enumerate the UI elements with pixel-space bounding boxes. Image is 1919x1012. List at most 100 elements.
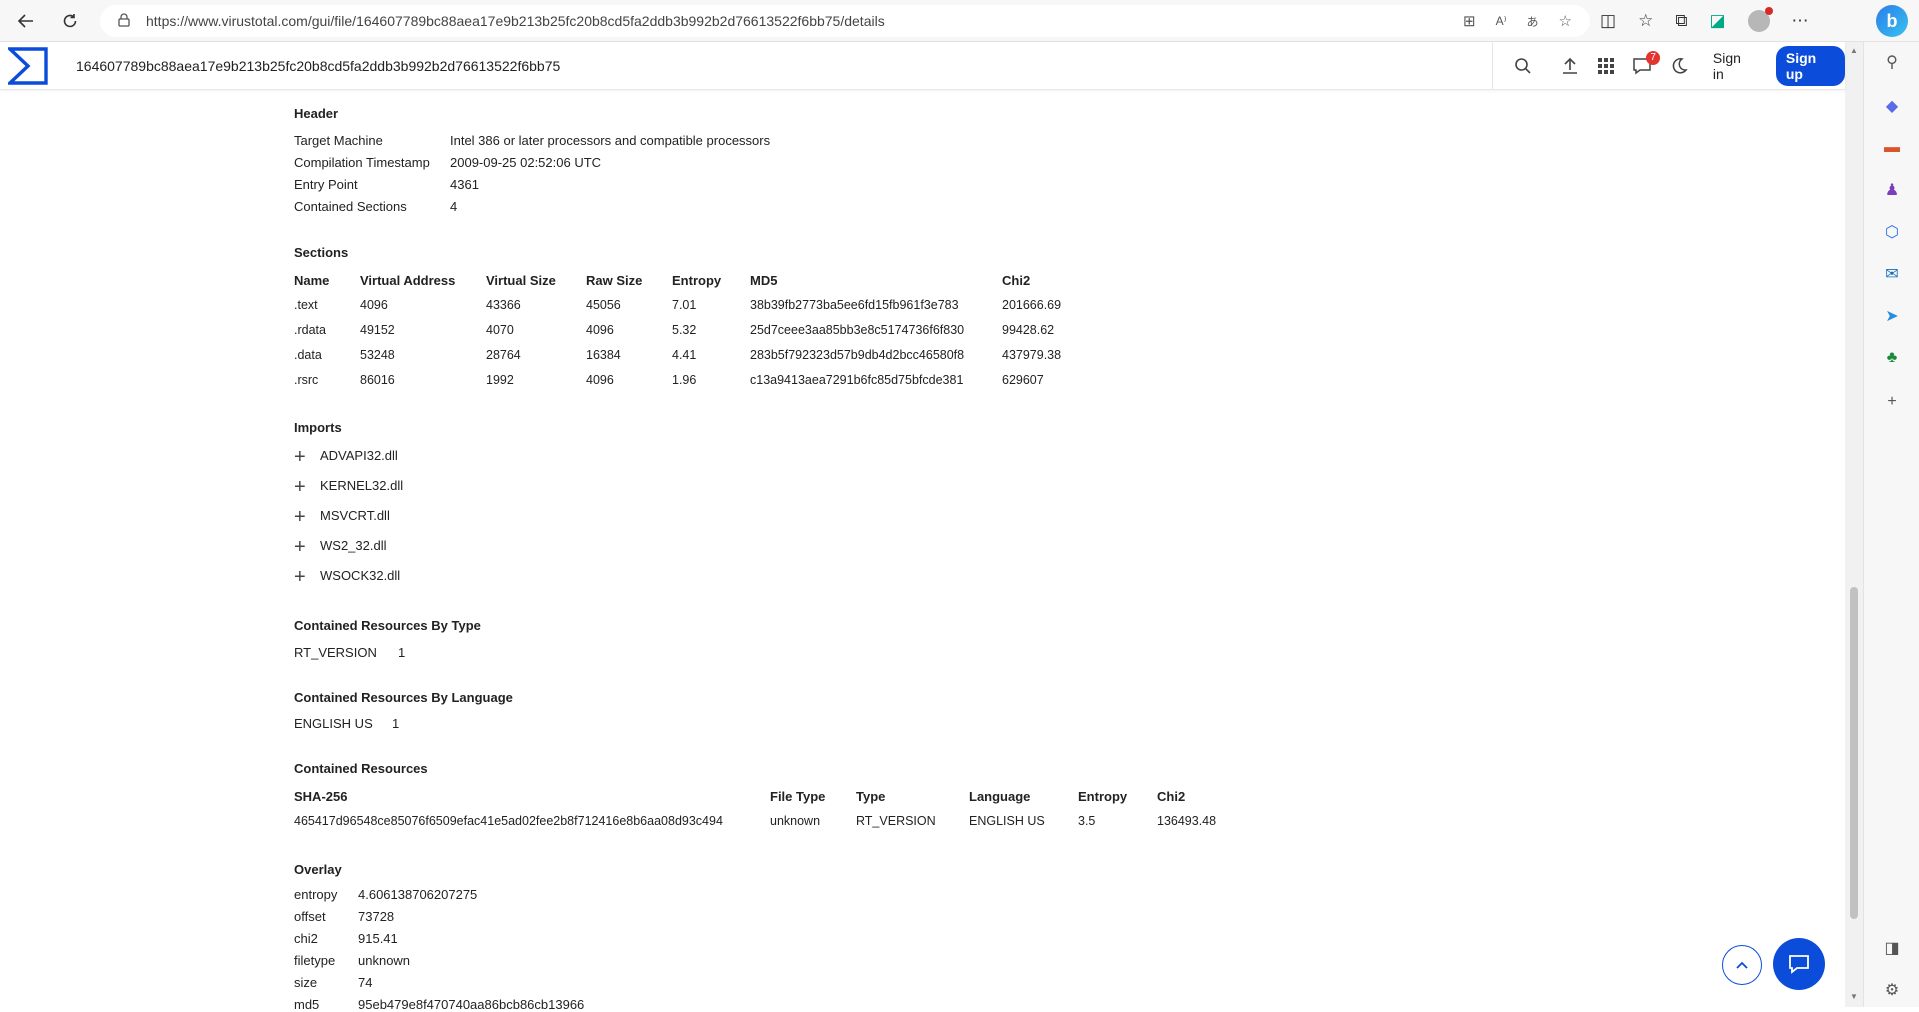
url-text[interactable]: https://www.virustotal.com/gui/file/1646…	[146, 13, 885, 29]
sign-in-link[interactable]: Sign in	[1713, 50, 1754, 82]
import-dll-item[interactable]: ADVAPI32.dll	[320, 448, 398, 463]
virustotal-logo[interactable]	[5, 47, 48, 85]
expand-plus-icon[interactable]: +	[294, 567, 306, 587]
favorite-add-icon[interactable]: ☆	[1559, 12, 1572, 30]
browser-toolbar: https://www.virustotal.com/gui/file/1646…	[0, 0, 1919, 42]
expand-plus-icon[interactable]: +	[294, 537, 306, 557]
overlay-key: chi2	[294, 931, 318, 946]
overlay-value: 915.41	[358, 931, 398, 946]
overlay-value: 95eb479e8f470740aa86bcb86cb13966	[358, 997, 585, 1012]
overlay-value: 74	[358, 975, 373, 990]
sections-table-cell: 283b5f792323d57b9db4d2bcc46580f8	[750, 348, 965, 362]
resources-table-cell[interactable]: 465417d96548ce85076f6509efac41e5ad02fee2…	[294, 814, 723, 828]
back-arrow-icon[interactable]	[8, 3, 44, 39]
header-value: 4361	[450, 177, 479, 192]
sections-column-header: Virtual Address	[360, 273, 456, 288]
shopping-tag-icon[interactable]: ◆	[1882, 96, 1902, 116]
grid-icon[interactable]	[1588, 42, 1624, 90]
office-icon[interactable]: ⬡	[1882, 222, 1902, 242]
sections-table-cell: .rsrc	[294, 373, 319, 387]
sections-column-header: MD5	[750, 273, 778, 288]
expand-plus-icon[interactable]: +	[294, 507, 306, 527]
import-dll-item[interactable]: WSOCK32.dll	[320, 568, 400, 583]
browser-essentials-icon[interactable]: ◪	[1709, 11, 1725, 31]
header-key: Contained Sections	[294, 199, 407, 214]
sections-column-header: Name	[294, 273, 330, 288]
resources-table-cell: RT_VERSION	[856, 814, 936, 828]
scroll-up-arrow[interactable]: ▲	[1848, 46, 1860, 58]
sections-table-cell: 28764	[486, 348, 521, 362]
chat-support-button[interactable]	[1773, 938, 1825, 990]
overlay-value: unknown	[358, 953, 411, 968]
search-icon[interactable]	[1505, 42, 1541, 90]
app-available-icon[interactable]: ⊞	[1463, 12, 1476, 30]
sections-column-header: Virtual Size	[486, 273, 556, 288]
refresh-icon[interactable]	[52, 3, 88, 39]
header-key: Compilation Timestamp	[294, 155, 430, 170]
import-dll-item[interactable]: MSVCRT.dll	[320, 508, 390, 523]
sections-title: Sections	[294, 245, 349, 260]
read-aloud-icon[interactable]: A⁾	[1496, 14, 1507, 28]
sections-table-cell: 7.01	[672, 298, 697, 312]
sections-table-cell: 86016	[360, 373, 395, 387]
edge-sidebar: ⚲ ◆ ▬ ♟ ⬡ ✉ ➤ ♣ + ◨ ⚙	[1863, 42, 1919, 1007]
import-dll-item[interactable]: KERNEL32.dll	[320, 478, 403, 493]
translate-icon[interactable]: あ	[1527, 13, 1539, 30]
collections-icon[interactable]: ⧉	[1675, 11, 1687, 31]
header-value: 4	[450, 199, 458, 214]
add-icon[interactable]: +	[1882, 392, 1902, 412]
split-screen-icon[interactable]: ◫	[1600, 11, 1616, 31]
favorites-icon[interactable]: ☆	[1638, 11, 1653, 31]
import-dll-item[interactable]: WS2_32.dll	[320, 538, 386, 553]
sections-table-cell: 16384	[586, 348, 621, 362]
header-key: Entry Point	[294, 177, 358, 192]
sidebar-toggle-icon[interactable]: ◨	[1882, 938, 1902, 958]
upload-icon[interactable]	[1551, 42, 1587, 90]
chat-bubble-icon[interactable]: 7	[1624, 42, 1661, 90]
search-input[interactable]: 164607789bc88aea17e9b213b25fc20b8cd5fa2d…	[76, 42, 560, 90]
imports-title: Imports	[294, 420, 342, 435]
bing-copilot-icon[interactable]: b	[1876, 5, 1908, 37]
moon-icon[interactable]	[1661, 42, 1697, 90]
page-scrollbar[interactable]: ▲ ▼	[1845, 42, 1863, 1007]
sections-table-cell: 4096	[586, 373, 614, 387]
header-divider	[1492, 42, 1493, 90]
address-bar[interactable]: https://www.virustotal.com/gui/file/1646…	[100, 5, 1590, 37]
sections-column-header: Raw Size	[586, 273, 643, 288]
search-icon[interactable]: ⚲	[1882, 52, 1902, 72]
games-icon[interactable]: ♟	[1882, 180, 1902, 200]
overlay-key: md5	[294, 997, 320, 1012]
lock-icon[interactable]	[118, 12, 146, 30]
sections-table-cell: .rdata	[294, 323, 326, 337]
resources-column-header: SHA-256	[294, 789, 348, 804]
expand-plus-icon[interactable]: +	[294, 447, 306, 467]
settings-icon[interactable]: ⚙	[1882, 980, 1902, 1000]
sections-table-cell: 43366	[486, 298, 521, 312]
scroll-thumb[interactable]	[1850, 587, 1858, 919]
overlay-key: size	[294, 975, 318, 990]
contained-resources-title: Contained Resources	[294, 761, 428, 776]
resources-table-cell: unknown	[770, 814, 821, 828]
header-key: Target Machine	[294, 133, 383, 148]
resources-column-header: Language	[969, 789, 1031, 804]
resources-table-cell: ENGLISH US	[969, 814, 1045, 828]
tree-icon[interactable]: ♣	[1882, 348, 1902, 368]
profile-avatar[interactable]	[1747, 7, 1773, 32]
scroll-to-top-button[interactable]	[1722, 945, 1762, 985]
outlook-icon[interactable]: ✉	[1882, 264, 1902, 284]
tools-icon[interactable]: ▬	[1882, 138, 1902, 158]
scroll-down-arrow[interactable]: ▼	[1848, 992, 1860, 1004]
sections-table-cell: 45056	[586, 298, 621, 312]
sign-up-button[interactable]: Sign up	[1775, 46, 1845, 86]
vt-header: 164607789bc88aea17e9b213b25fc20b8cd5fa2d…	[0, 42, 1845, 90]
telegram-icon[interactable]: ➤	[1882, 306, 1902, 326]
expand-plus-icon[interactable]: +	[294, 477, 306, 497]
sections-table-cell: 53248	[360, 348, 395, 362]
resources-table-cell: 3.5	[1078, 814, 1096, 828]
sections-table-cell: 4096	[586, 323, 614, 337]
resource-language-value: 1	[392, 716, 400, 731]
sections-table-cell: c13a9413aea7291b6fc85d75bfcde381	[750, 373, 964, 387]
sections-table-cell: 1992	[486, 373, 514, 387]
more-options-icon[interactable]: ⋯	[1792, 11, 1809, 31]
resource-type-value: 1	[398, 645, 406, 660]
